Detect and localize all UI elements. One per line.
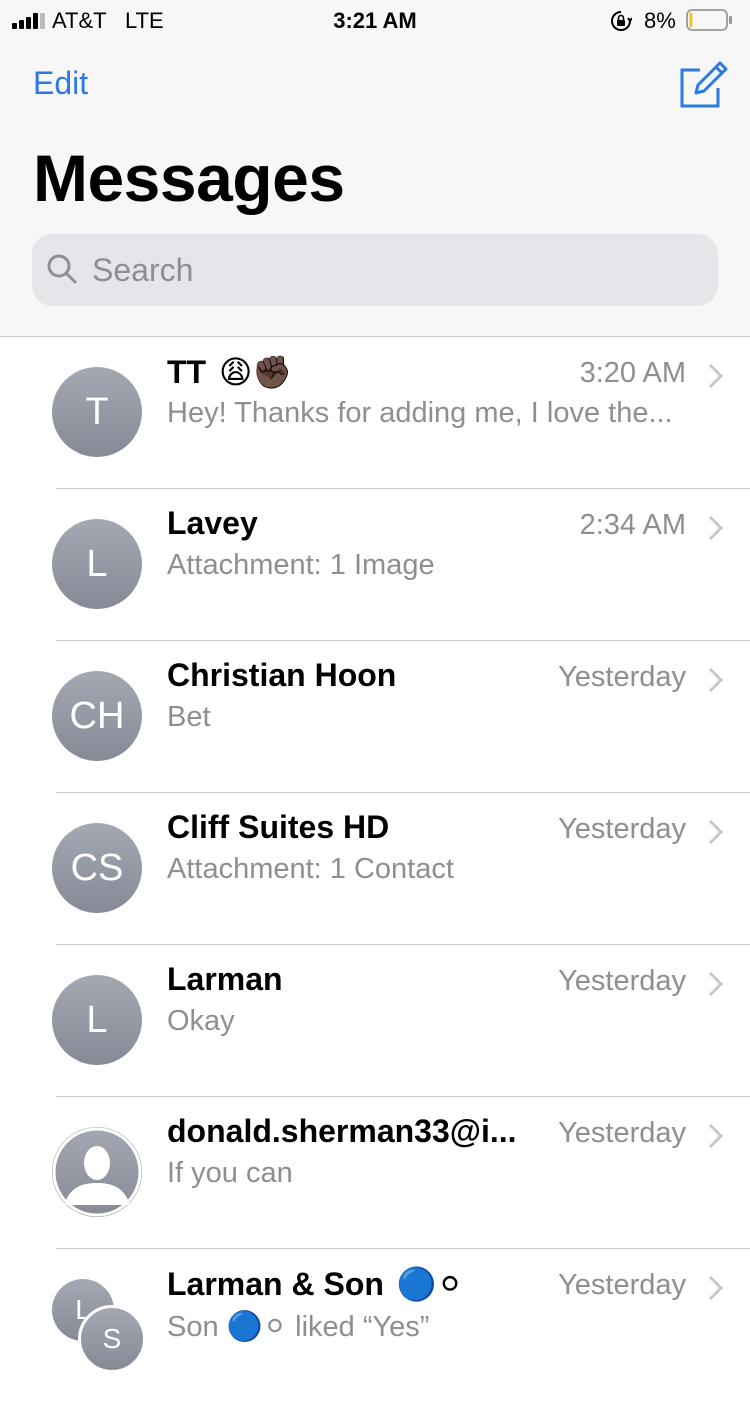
orientation-lock-icon — [611, 11, 632, 31]
search-bar[interactable] — [32, 234, 718, 306]
avatar: L — [52, 519, 142, 609]
message-time: 3:20 AM — [579, 357, 686, 389]
conversation-row[interactable]: L Lavey 2:34 AM Attachment: 1 Image — [0, 489, 750, 641]
battery-percent: 8% — [644, 8, 676, 33]
search-input[interactable] — [92, 234, 692, 306]
search-icon — [47, 254, 77, 284]
message-preview: If you can — [167, 1157, 293, 1189]
message-preview: Attachment: 1 Contact — [167, 853, 454, 885]
conversation-row[interactable]: L S Larman & Son 🔵⚪ Yesterday Son 🔵⚪ lik… — [0, 1249, 750, 1401]
message-preview: Son 🔵⚪ liked “Yes” — [167, 1311, 430, 1343]
message-time: Yesterday — [558, 1269, 686, 1301]
conversation-row[interactable]: CH Christian Hoon Yesterday Bet — [0, 641, 750, 793]
message-time: Yesterday — [558, 813, 686, 845]
compose-icon[interactable] — [678, 60, 728, 110]
chevron-right-icon — [708, 515, 724, 541]
conversation-row[interactable]: L Larman Yesterday Okay — [0, 945, 750, 1097]
contact-name: donald.sherman33@i... — [167, 1113, 517, 1149]
chevron-right-icon — [708, 667, 724, 693]
contact-name: Christian Hoon — [167, 657, 397, 693]
message-preview: Hey! Thanks for adding me, I love the... — [167, 397, 673, 429]
chevron-right-icon — [708, 1123, 724, 1149]
status-bar: AT&T LTE 3:21 AM 8% — [0, 0, 750, 40]
person-silhouette-icon — [52, 1127, 142, 1217]
page-title: Messages — [33, 141, 345, 215]
chevron-right-icon — [708, 363, 724, 389]
avatar: L — [52, 975, 142, 1065]
chevron-right-icon — [708, 971, 724, 997]
battery-icon — [686, 9, 732, 31]
message-preview: Bet — [167, 701, 211, 733]
chevron-right-icon — [708, 819, 724, 845]
avatar: CH — [52, 671, 142, 761]
conversation-list: T TT 😩✊🏿 3:20 AM Hey! Thanks for adding … — [0, 337, 750, 1401]
contact-name: Cliff Suites HD — [167, 809, 390, 845]
messages-header: Edit Messages — [0, 40, 750, 337]
contact-name: Larman — [167, 961, 283, 997]
message-time: Yesterday — [558, 1117, 686, 1149]
message-time: 2:34 AM — [579, 509, 686, 541]
contact-name: Lavey — [167, 505, 258, 541]
message-preview: Okay — [167, 1005, 235, 1037]
group-avatar: L S — [52, 1279, 162, 1379]
contact-name: TT 😩✊🏿 — [167, 354, 293, 390]
avatar: CS — [52, 823, 142, 913]
avatar: S — [78, 1305, 146, 1373]
conversation-row[interactable]: T TT 😩✊🏿 3:20 AM Hey! Thanks for adding … — [0, 337, 750, 489]
chevron-right-icon — [708, 1275, 724, 1301]
avatar: T — [52, 367, 142, 457]
conversation-row[interactable]: donald.sherman33@i... Yesterday If you c… — [0, 1097, 750, 1249]
name-emoji: 😩✊🏿 — [218, 354, 293, 390]
edit-button[interactable]: Edit — [33, 65, 88, 102]
avatar — [52, 1127, 142, 1217]
message-time: Yesterday — [558, 965, 686, 997]
name-emoji: 🔵⚪ — [396, 1266, 464, 1302]
message-time: Yesterday — [558, 661, 686, 693]
status-time: 3:21 AM — [333, 8, 417, 33]
message-preview: Attachment: 1 Image — [167, 549, 435, 581]
conversation-row[interactable]: CS Cliff Suites HD Yesterday Attachment:… — [0, 793, 750, 945]
contact-name: Larman & Son 🔵⚪ — [167, 1266, 464, 1302]
